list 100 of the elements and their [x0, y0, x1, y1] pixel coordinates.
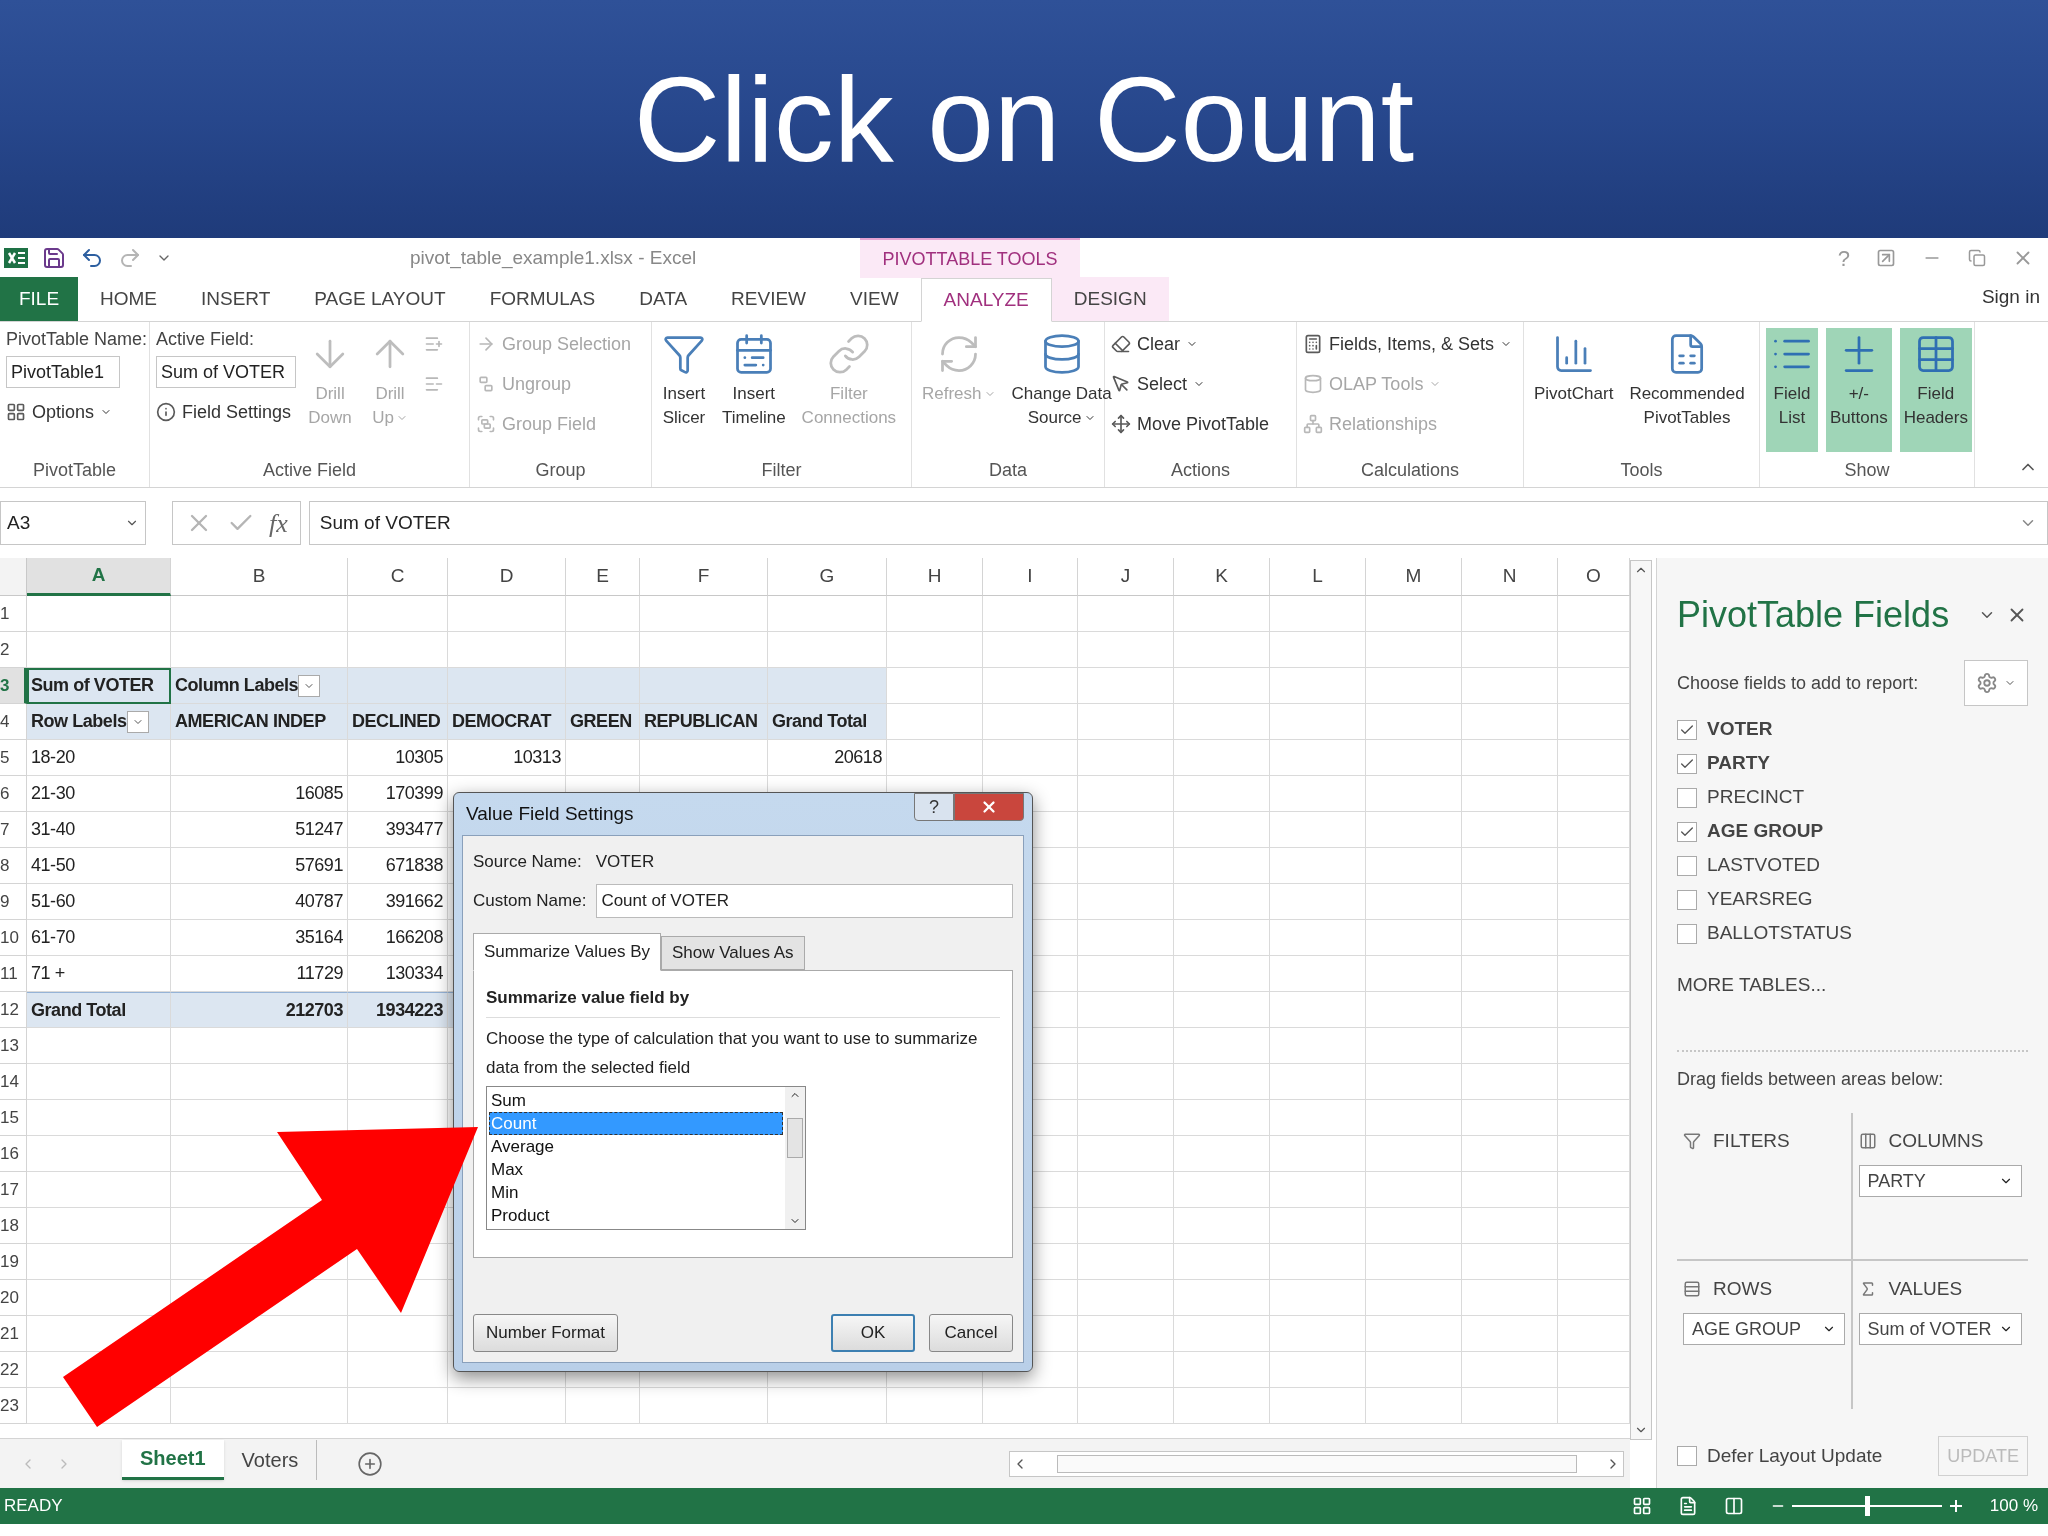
ribbon-tab[interactable]: ANALYZE [920, 278, 1052, 322]
ribbon-tab[interactable]: PAGE LAYOUT [292, 277, 468, 321]
vertical-scrollbar[interactable] [1630, 560, 1652, 1440]
horizontal-scrollbar[interactable] [1009, 1450, 1624, 1477]
checkbox[interactable] [1677, 923, 1697, 944]
row-header[interactable]: 9 [0, 884, 27, 920]
column-header[interactable]: H [887, 558, 983, 596]
row-header[interactable]: 15 [0, 1100, 27, 1136]
zoom-level[interactable]: 100 % [1989, 1493, 2038, 1519]
row-header[interactable]: 7 [0, 812, 27, 848]
row-header[interactable]: 16 [0, 1136, 27, 1172]
settings-button[interactable] [1964, 660, 2028, 706]
list-scrollbar[interactable] [785, 1086, 805, 1229]
field-name[interactable]: AGE GROUP [1707, 817, 1824, 846]
checkbox[interactable] [1677, 1446, 1697, 1466]
checkbox[interactable] [1677, 787, 1697, 808]
filter-dropdown-button[interactable] [298, 674, 321, 697]
area-field-dropdown[interactable]: Sum of VOTER [1858, 1313, 2022, 1345]
ribbon-tab[interactable]: VIEW [828, 277, 921, 321]
row-header[interactable]: 10 [0, 920, 27, 956]
field-name[interactable]: PRECINCT [1707, 783, 1805, 812]
row-header[interactable]: 23 [0, 1388, 27, 1424]
undo-icon[interactable] [80, 246, 104, 270]
column-header[interactable]: B [171, 558, 348, 596]
insert-function-button[interactable]: fx [269, 503, 288, 543]
ribbon-button[interactable]: Field Settings [156, 396, 297, 428]
ribbon-tab[interactable]: DATA [617, 277, 710, 321]
checkbox[interactable] [1677, 719, 1697, 740]
row-header[interactable]: 8 [0, 848, 27, 884]
scroll-thumb[interactable] [1056, 1454, 1577, 1473]
field-name[interactable]: VOTER [1707, 715, 1773, 744]
area-field-dropdown[interactable]: AGE GROUP [1683, 1313, 1845, 1345]
list-option[interactable]: Min [489, 1180, 783, 1204]
row-header[interactable]: 20 [0, 1280, 27, 1316]
formula-field[interactable]: Sum of VOTER [308, 501, 2048, 545]
ribbon-button[interactable]: +/- Buttons [1826, 328, 1892, 452]
column-header[interactable]: I [983, 558, 1078, 596]
restore-icon[interactable] [1968, 249, 1986, 267]
list-option[interactable]: Product [489, 1203, 783, 1227]
row-header[interactable]: 4 [0, 704, 27, 740]
list-option[interactable]: Sum [489, 1088, 783, 1112]
ribbon-tab[interactable]: REVIEW [709, 277, 828, 321]
row-header[interactable]: 2 [0, 632, 27, 668]
text-field[interactable]: PivotTable1 [6, 356, 120, 388]
ribbon-tab[interactable]: FORMULAS [467, 277, 618, 321]
ribbon-button[interactable]: Recommended PivotTables [1625, 328, 1749, 452]
column-header[interactable]: F [640, 558, 768, 596]
row-header[interactable]: 22 [0, 1352, 27, 1388]
scroll-thumb[interactable] [787, 1117, 803, 1158]
column-header[interactable]: M [1366, 558, 1462, 596]
save-icon[interactable] [42, 246, 66, 270]
row-header[interactable]: 13 [0, 1028, 27, 1064]
checkbox[interactable] [1677, 821, 1697, 842]
ribbon-tab[interactable]: INSERT [179, 277, 293, 321]
list-option[interactable]: Max [489, 1157, 783, 1181]
ribbon-button[interactable]: PivotChart [1530, 328, 1618, 452]
ribbon-tab[interactable]: FILE [0, 277, 78, 321]
dialog-button[interactable]: Number Format [473, 1314, 619, 1352]
row-header[interactable]: 3 [0, 668, 27, 704]
area-field-dropdown[interactable]: PARTY [1858, 1165, 2022, 1197]
zoom-in-icon[interactable] [1947, 1498, 1964, 1514]
row-header[interactable]: 17 [0, 1172, 27, 1208]
sheet-tab[interactable]: Sheet1 [122, 1439, 224, 1480]
column-header[interactable]: N [1462, 558, 1558, 596]
row-header[interactable]: 12 [0, 992, 27, 1028]
custom-name-field[interactable]: Count of VOTER [596, 884, 1013, 918]
column-header[interactable]: E [566, 558, 640, 596]
column-header[interactable]: J [1078, 558, 1174, 596]
zoom-slider-thumb[interactable] [1864, 1496, 1870, 1516]
name-box[interactable]: A3 [0, 501, 146, 545]
row-header[interactable]: 6 [0, 776, 27, 812]
ribbon-button[interactable]: Insert Slicer [658, 328, 710, 452]
ribbon-button[interactable]: Field List [1766, 328, 1818, 452]
sheet-tab[interactable]: Voters [223, 1439, 318, 1480]
row-header[interactable]: 1 [0, 596, 27, 632]
add-sheet-icon[interactable] [357, 1450, 384, 1477]
field-name[interactable]: LASTVOTED [1707, 851, 1820, 880]
row-header[interactable]: 21 [0, 1316, 27, 1352]
row-header[interactable]: 11 [0, 956, 27, 992]
ribbon-tab[interactable]: HOME [78, 277, 179, 321]
page-break-icon[interactable] [1723, 1496, 1744, 1516]
filter-dropdown-button[interactable] [126, 710, 149, 733]
redo-icon[interactable] [118, 246, 142, 270]
sign-in-link[interactable]: Sign in [1981, 282, 2048, 311]
ribbon-button[interactable]: Fields, Items, & Sets [1303, 328, 1513, 360]
row-header[interactable]: 14 [0, 1064, 27, 1100]
field-name[interactable]: YEARSREG [1707, 885, 1813, 914]
ribbon-button[interactable]: Field Headers [1899, 328, 1972, 452]
ribbon-button[interactable]: Insert Timeline [718, 328, 790, 452]
column-header[interactable]: K [1174, 558, 1270, 596]
dialog-button[interactable]: OK [831, 1314, 915, 1352]
column-header[interactable]: A [27, 558, 171, 596]
close-button[interactable] [954, 793, 1024, 821]
normal-view-icon[interactable] [1631, 1496, 1652, 1516]
checkbox[interactable] [1677, 855, 1697, 876]
ribbon-display-icon[interactable] [1876, 248, 1896, 268]
row-header[interactable]: 19 [0, 1244, 27, 1280]
field-name[interactable]: PARTY [1707, 749, 1770, 778]
more-tables-link[interactable]: MORE TABLES... [1677, 971, 2028, 1000]
dialog-tab[interactable]: Summarize Values By [473, 933, 661, 971]
